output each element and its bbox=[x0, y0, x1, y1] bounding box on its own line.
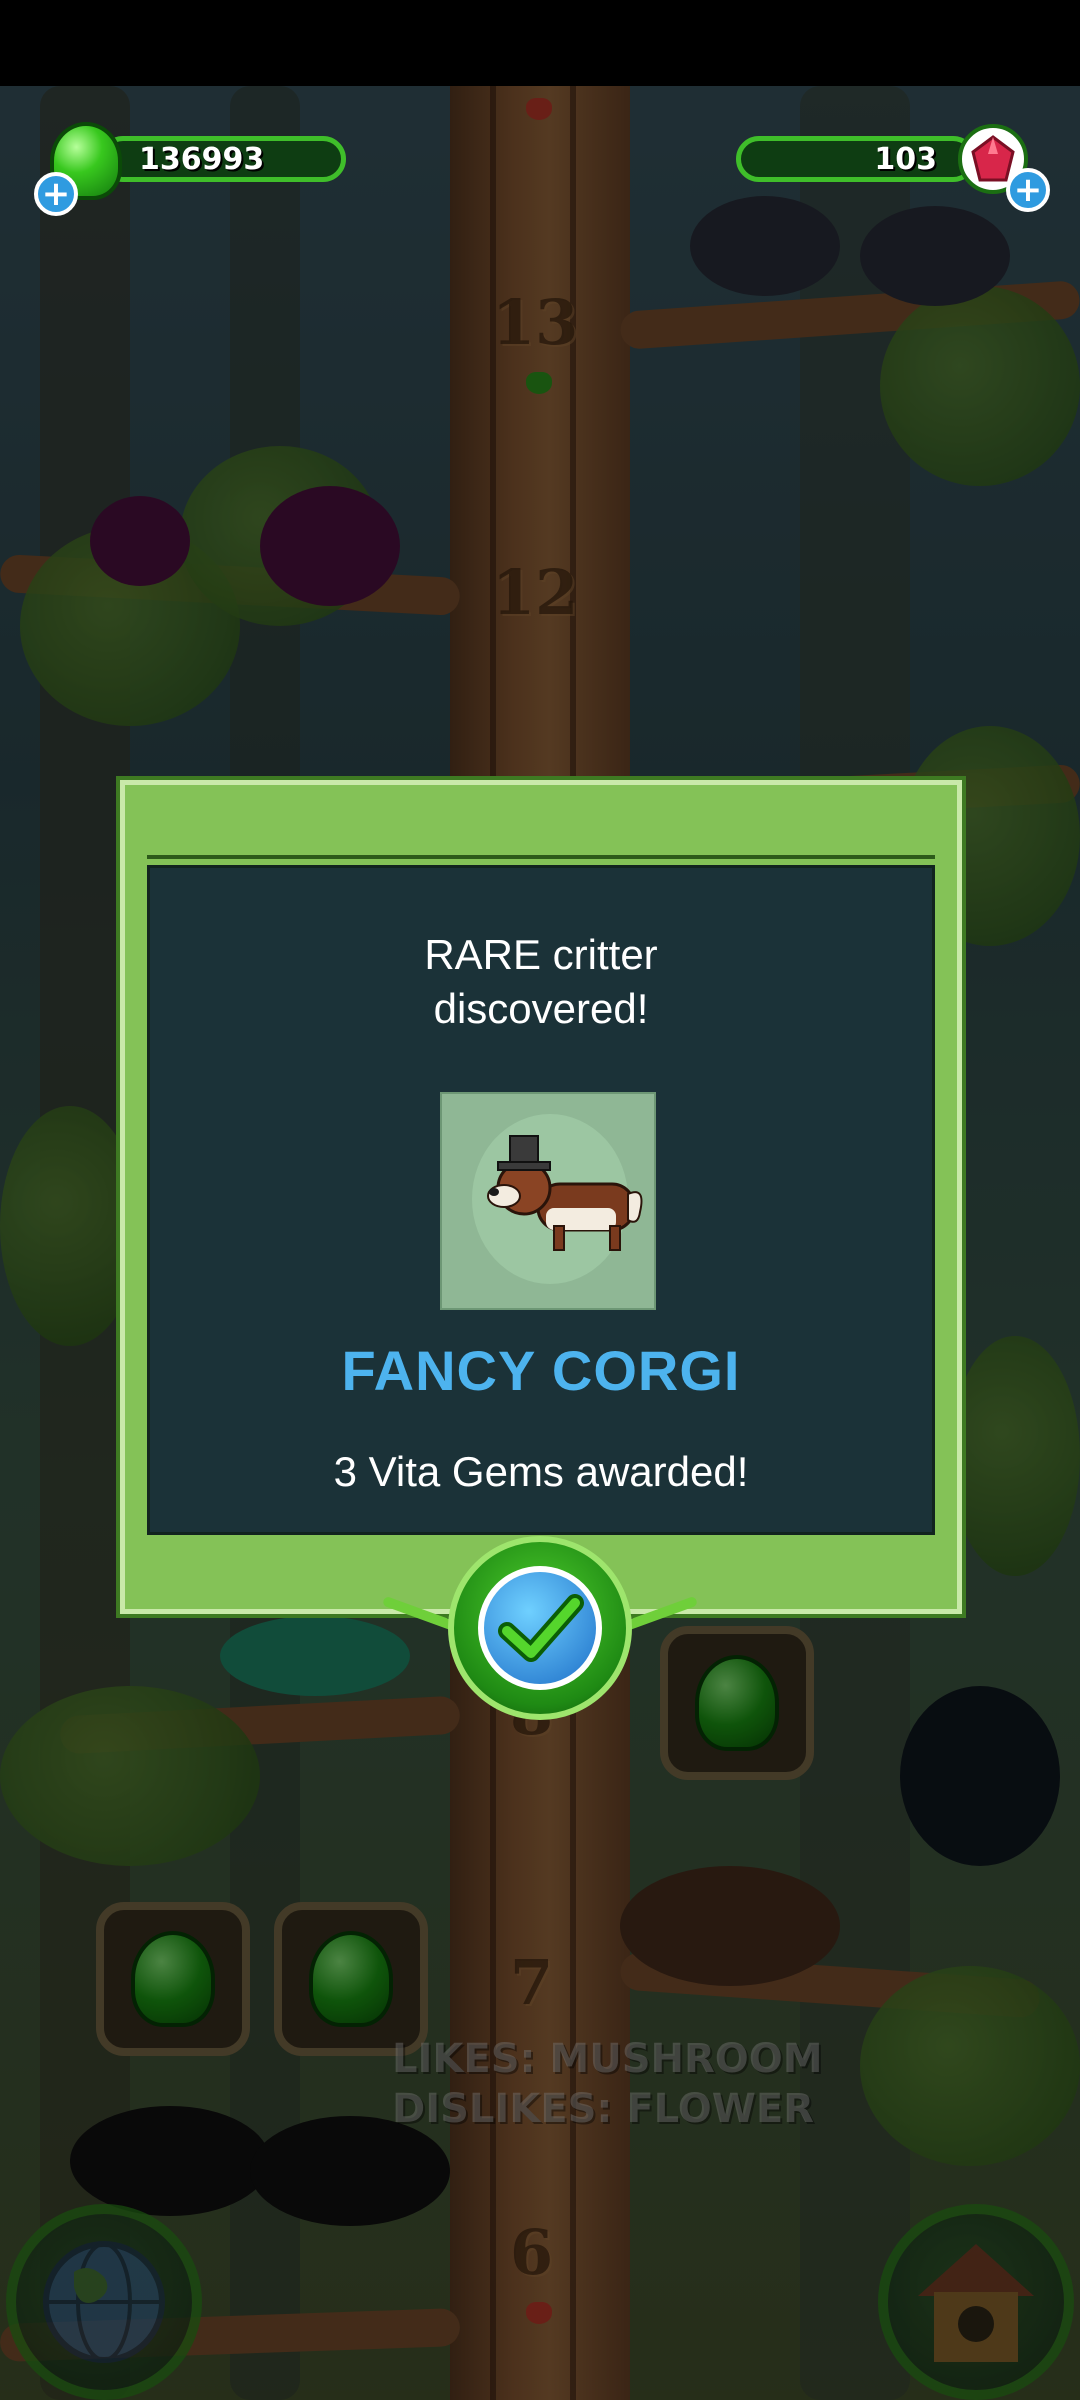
dialog-divider bbox=[147, 855, 935, 859]
plus-icon: + bbox=[41, 174, 71, 214]
confirm-button-face bbox=[478, 1566, 602, 1690]
reward-message: 3 Vita Gems awarded! bbox=[333, 1448, 749, 1495]
critter-portrait bbox=[440, 1092, 656, 1310]
critter-discovery-dialog: RARE critter discovered! FANCY CORGI 3 V… bbox=[120, 780, 962, 1614]
jelly-count-value: 136993 bbox=[139, 141, 265, 177]
status-bar bbox=[0, 0, 1080, 86]
plus-icon: + bbox=[1013, 170, 1043, 210]
gem-counter: 103 bbox=[736, 136, 976, 182]
jelly-counter: 136993 bbox=[100, 136, 346, 182]
dialog-content-panel: RARE critter discovered! FANCY CORGI 3 V… bbox=[147, 865, 935, 1535]
add-jelly-button[interactable]: + bbox=[34, 172, 78, 216]
confirm-button[interactable] bbox=[448, 1536, 632, 1720]
add-gems-button[interactable]: + bbox=[1006, 168, 1050, 212]
critter-name: FANCY CORGI bbox=[341, 1339, 741, 1402]
checkmark-icon bbox=[498, 1594, 584, 1662]
fancy-corgi-icon bbox=[487, 1135, 643, 1251]
gem-count-value: 103 bbox=[874, 141, 937, 177]
dialog-headline: RARE critter discovered! bbox=[424, 931, 658, 1032]
